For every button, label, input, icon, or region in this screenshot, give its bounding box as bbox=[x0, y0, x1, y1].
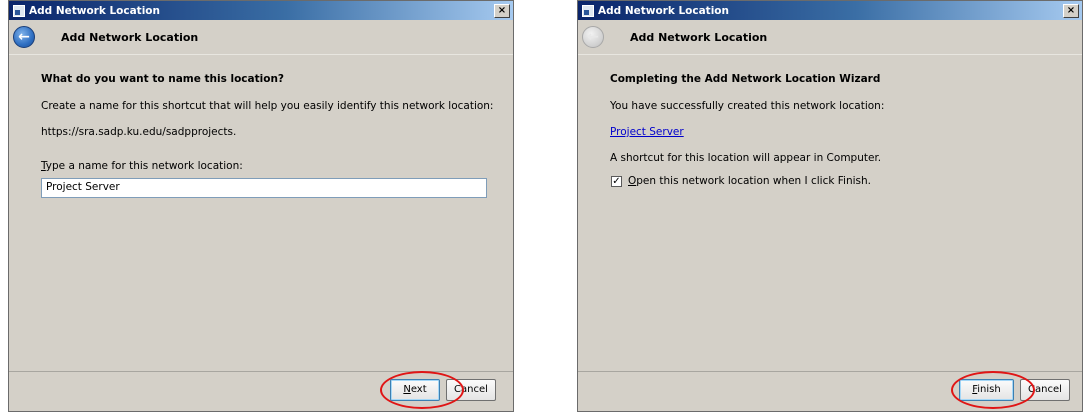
network-location-app-icon bbox=[582, 4, 594, 17]
highlight-ring-finish bbox=[951, 371, 1035, 409]
completion-heading: Completing the Add Network Location Wiza… bbox=[610, 73, 881, 85]
window-title: Add Network Location bbox=[29, 4, 160, 17]
success-text: You have successfully created this netwo… bbox=[610, 100, 885, 112]
location-link[interactable]: Project Server bbox=[610, 126, 684, 138]
highlight-ring-next bbox=[380, 371, 464, 409]
instructions-text: Create a name for this shortcut that wil… bbox=[41, 100, 494, 112]
network-location-app-icon bbox=[13, 4, 25, 17]
title-bar[interactable]: Add Network Location × bbox=[578, 1, 1082, 20]
wizard-window-complete: Add Network Location × ← Add Network Loc… bbox=[577, 0, 1083, 412]
back-arrow-icon[interactable]: ← bbox=[13, 26, 35, 48]
checkbox-label-rest: pen this network location when I click F… bbox=[636, 175, 872, 187]
name-field-label: Type a name for this network location: bbox=[41, 160, 243, 172]
name-field-label-rest: ype a name for this network location: bbox=[45, 160, 243, 172]
shortcut-info-text: A shortcut for this location will appear… bbox=[610, 152, 882, 164]
wizard-header-title: Add Network Location bbox=[630, 30, 768, 44]
window-title: Add Network Location bbox=[598, 4, 729, 17]
open-location-checkbox[interactable]: ✓ bbox=[611, 176, 622, 187]
title-bar[interactable]: Add Network Location × bbox=[9, 1, 513, 20]
close-button[interactable]: × bbox=[494, 3, 510, 18]
close-button[interactable]: × bbox=[1063, 3, 1079, 18]
wizard-window-name-location: Add Network Location × ← Add Network Loc… bbox=[8, 0, 514, 412]
back-arrow-icon: ← bbox=[582, 26, 604, 48]
wizard-content: What do you want to name this location? … bbox=[9, 54, 513, 372]
open-location-checkbox-label[interactable]: Open this network location when I click … bbox=[628, 175, 871, 187]
wizard-header: ← Add Network Location bbox=[9, 20, 513, 54]
wizard-header: ← Add Network Location bbox=[578, 20, 1082, 54]
location-name-input[interactable]: Project Server bbox=[41, 178, 487, 198]
page-question: What do you want to name this location? bbox=[41, 73, 285, 85]
network-address: https://sra.sadp.ku.edu/sadpprojects. bbox=[41, 126, 237, 138]
wizard-header-title: Add Network Location bbox=[61, 30, 199, 44]
wizard-content: Completing the Add Network Location Wiza… bbox=[578, 54, 1082, 372]
